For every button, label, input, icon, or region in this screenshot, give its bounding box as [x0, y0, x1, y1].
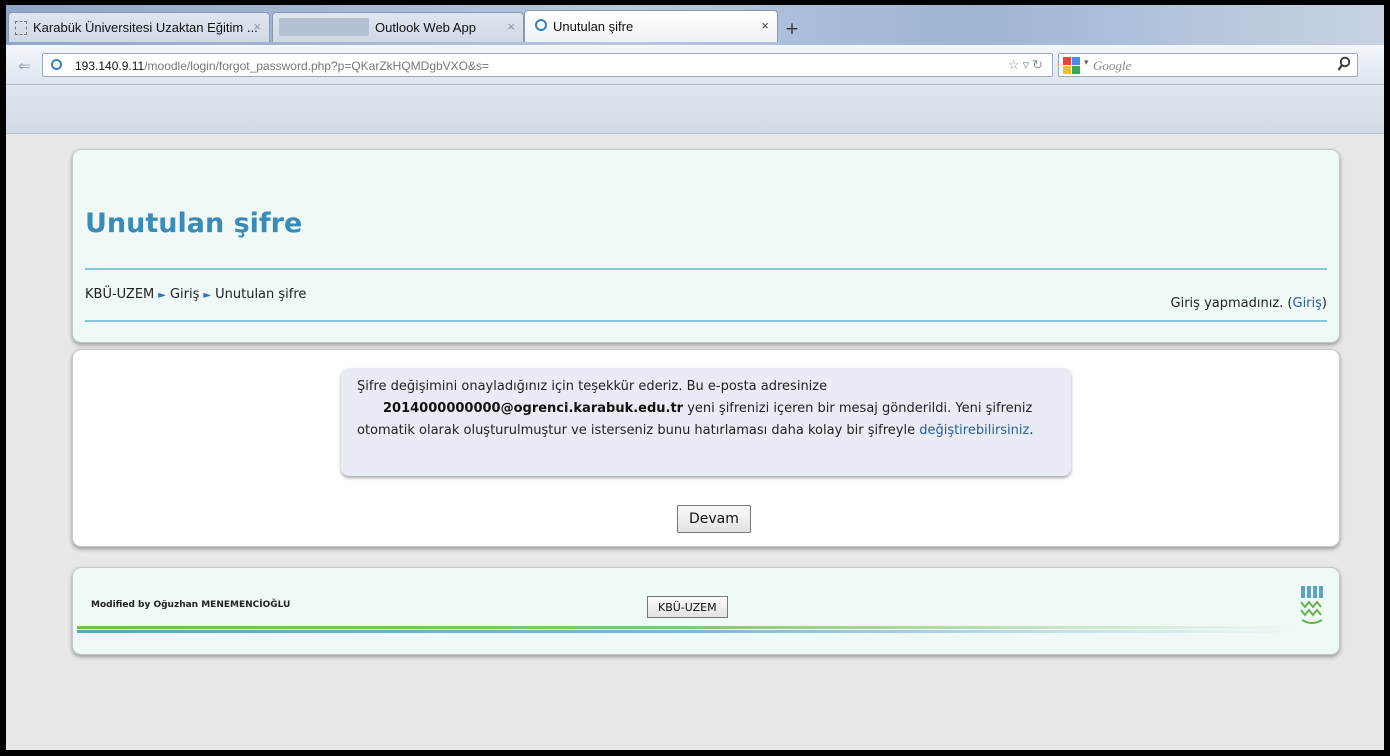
search-input[interactable]: Google: [1093, 58, 1131, 74]
site-identity-icon: [51, 59, 62, 70]
notice-text-rest: yeni şifrenizi içeren bir mesaj gönderil…: [683, 401, 1033, 416]
url-text: 193.140.9.11/moodle/login/forgot_passwor…: [75, 59, 489, 73]
tab-label: Karabük Üniversitesi Uzaktan Eğitim ...: [33, 20, 258, 35]
star-icon[interactable]: ☆: [1008, 57, 1023, 72]
google-logo-icon[interactable]: [1063, 57, 1080, 74]
dropdown-icon[interactable]: ▿: [1023, 57, 1033, 72]
header-divider: [85, 320, 1327, 322]
header-divider: [85, 268, 1327, 270]
navigation-bar: ⇐ 193.140.9.11/moodle/login/forgot_passw…: [6, 45, 1384, 85]
home-button[interactable]: KBÜ-UZEM: [647, 596, 728, 618]
close-tab-icon[interactable]: ×: [761, 18, 769, 33]
blank-page-icon: [15, 21, 27, 35]
bookmarks-toolbar: [6, 86, 1384, 134]
tab-unutulan-sifre[interactable]: Unutulan şifre ×: [524, 10, 778, 42]
login-status: Giriş yapmadınız. (Giriş): [1171, 296, 1327, 311]
url-host: 193.140.9.11: [75, 59, 145, 73]
footer-stripe: [77, 630, 1299, 633]
change-password-link[interactable]: değiştirebilirsiniz: [919, 423, 1029, 438]
tab-strip: Karabük Üniversitesi Uzaktan Eğitim ... …: [6, 5, 1384, 45]
new-tab-button[interactable]: +: [782, 19, 802, 39]
blurred-favicon: [279, 18, 369, 36]
notice-text: otomatik olarak oluşturulmuştur ve ister…: [357, 420, 1034, 442]
notice-text: 2014000000000@ogrenci.karabuk.edu.tr yen…: [383, 398, 1032, 420]
breadcrumb-item-kbu-uzem[interactable]: KBÜ-UZEM: [85, 287, 154, 302]
tab-karabuk-uzem[interactable]: Karabük Üniversitesi Uzaktan Eğitim ... …: [8, 12, 270, 42]
email-address: 2014000000000@ogrenci.karabuk.edu.tr: [383, 401, 684, 416]
close-tab-icon[interactable]: ×: [253, 19, 261, 34]
notice-text: Şifre değişimini onayladığınız için teşe…: [357, 379, 828, 394]
browser-window: Karabük Üniversitesi Uzaktan Eğitim ... …: [6, 5, 1384, 750]
footer-stripe: [77, 626, 1299, 629]
address-bar-controls: ☆▿↻: [1008, 57, 1046, 73]
address-bar[interactable]: 193.140.9.11/moodle/login/forgot_passwor…: [42, 53, 1053, 77]
kbu-logo-icon: [1300, 586, 1323, 624]
breadcrumb: KBÜ-UZEM ► Giriş ► Unutulan şifre: [85, 287, 306, 302]
back-arrow-icon[interactable]: ⇐: [18, 57, 31, 75]
page-title: Unutulan şifre: [85, 208, 303, 239]
tab-outlook-web-app[interactable]: Outlook Web App ×: [272, 12, 524, 42]
footer-credit: Modified by Oğuzhan MENEMENCİOĞLU: [91, 600, 291, 610]
page-content: Unutulan şifre KBÜ-UZEM ► Giriş ► Unutulan ş…: [6, 135, 1384, 750]
breadcrumb-separator-icon: ►: [203, 290, 212, 301]
reload-icon[interactable]: ↻: [1032, 57, 1046, 72]
confirmation-notice: Şifre değişimini onayladığınız için teşe…: [341, 368, 1071, 476]
main-content: Şifre değişimini onayladığınız için teşe…: [72, 349, 1340, 547]
tab-label: Outlook Web App: [375, 20, 476, 35]
url-path: /moodle/login/forgot_password.php?p=QKar…: [144, 59, 490, 73]
login-status-suffix: ): [1321, 296, 1327, 311]
breadcrumb-separator-icon: ►: [158, 290, 166, 301]
search-engine-dropdown-icon[interactable]: ▾: [1084, 58, 1089, 68]
breadcrumb-item-current: Unutulan şifre: [215, 287, 307, 302]
breadcrumb-item-giris[interactable]: Giriş: [170, 287, 199, 302]
site-identity-icon: [535, 19, 547, 31]
close-tab-icon[interactable]: ×: [507, 19, 515, 34]
continue-button[interactable]: Devam: [677, 505, 751, 533]
search-bar[interactable]: ▾ Google: [1058, 53, 1358, 77]
notice-text-prefix: otomatik olarak oluşturulmuştur ve ister…: [357, 423, 920, 438]
login-status-text: Giriş yapmadınız. (: [1170, 296, 1293, 311]
notice-text-suffix: .: [1029, 423, 1034, 438]
login-link[interactable]: Giriş: [1293, 296, 1322, 311]
magnifier-icon[interactable]: [1337, 56, 1351, 72]
page-header: Unutulan şifre KBÜ-UZEM ► Giriş ► Unutulan ş…: [72, 149, 1340, 343]
tab-label: Unutulan şifre: [553, 19, 634, 34]
page-footer: Modified by Oğuzhan MENEMENCİOĞLU KBÜ-UZ…: [72, 567, 1340, 655]
